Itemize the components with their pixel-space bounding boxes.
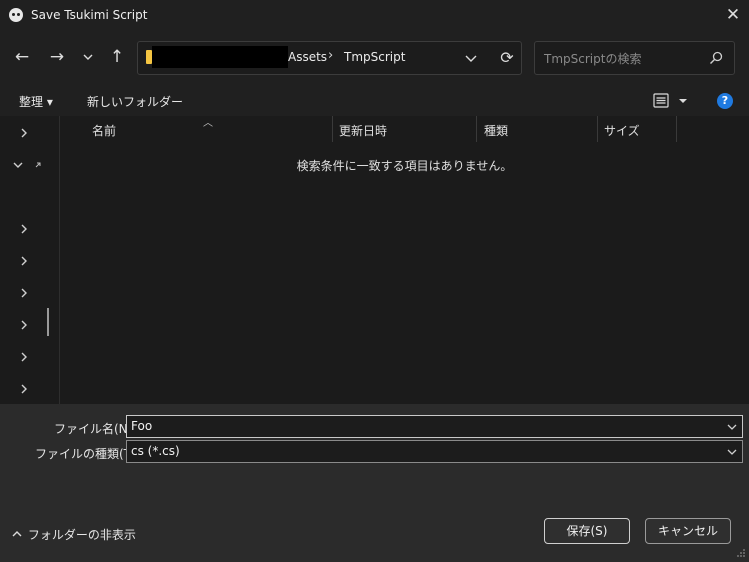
resize-grip-icon[interactable] (736, 548, 746, 558)
filename-value[interactable]: Foo (131, 419, 152, 433)
chevron-down-icon[interactable] (11, 158, 25, 172)
pin-icon (35, 162, 41, 168)
address-dropdown-icon[interactable] (463, 49, 479, 67)
help-icon[interactable]: ? (717, 93, 733, 109)
filename-label: ファイル名(N): (54, 422, 137, 436)
column-divider[interactable] (332, 116, 333, 142)
search-placeholder: TmpScriptの検索 (544, 52, 642, 66)
file-list-pane[interactable]: ︿ 名前 更新日時 種類 サイズ 検索条件に一致する項目はありません。 (60, 116, 749, 404)
chevron-right-icon[interactable] (17, 254, 31, 268)
close-icon[interactable]: ✕ (722, 4, 744, 26)
arrow-up-icon[interactable]: ↑ (106, 45, 128, 69)
column-header-name[interactable]: 名前 (92, 122, 116, 139)
nav-scrollbar[interactable] (47, 308, 49, 336)
cancel-button[interactable]: キャンセル (645, 518, 731, 544)
title-bar: Save Tsukimi Script ✕ (0, 0, 749, 32)
chevron-right-icon[interactable] (17, 382, 31, 396)
filetype-label: ファイルの種類(T): (35, 447, 140, 461)
arrow-left-icon[interactable]: ← (11, 45, 33, 69)
chevron-right-icon[interactable] (17, 350, 31, 364)
address-bar[interactable]: Assets › TmpScript ⟳ (137, 41, 522, 75)
filetype-select[interactable]: cs (*.cs) (126, 440, 743, 463)
column-divider[interactable] (597, 116, 598, 142)
redacted-path (152, 46, 288, 68)
empty-message: 検索条件に一致する項目はありません。 (296, 159, 513, 173)
column-header-modified[interactable]: 更新日時 (339, 122, 387, 139)
chevron-down-icon[interactable] (726, 446, 738, 458)
search-icon[interactable] (708, 50, 724, 66)
hide-folders-toggle[interactable]: フォルダーの非表示 (10, 526, 136, 543)
filename-field[interactable]: Foo (126, 415, 743, 438)
navigation-bar: ← → ↑ Assets › TmpScript ⟳ TmpScriptの検索 (0, 32, 749, 84)
app-icon (9, 8, 23, 22)
chevron-right-icon[interactable] (17, 126, 31, 140)
window-title: Save Tsukimi Script (31, 8, 148, 22)
chevron-right-icon[interactable] (17, 222, 31, 236)
sort-ascending-icon: ︿ (203, 118, 213, 129)
breadcrumb-tmpscript[interactable]: TmpScript (344, 50, 405, 64)
save-button[interactable]: 保存(S) (544, 518, 630, 544)
breadcrumb-assets[interactable]: Assets (288, 50, 327, 64)
save-form: ファイル名(N): Foo ファイルの種類(T): cs (*.cs) フォルダ… (0, 404, 749, 562)
organize-menu[interactable]: 整理 ▾ (19, 93, 53, 110)
refresh-icon[interactable]: ⟳ (496, 47, 518, 69)
column-divider[interactable] (476, 116, 477, 142)
new-folder-button[interactable]: 新しいフォルダー (87, 93, 183, 110)
column-divider[interactable] (676, 116, 677, 142)
filetype-value: cs (*.cs) (131, 444, 180, 458)
chevron-down-icon[interactable] (77, 45, 99, 69)
chevron-up-icon (12, 531, 22, 537)
chevron-right-icon[interactable] (17, 286, 31, 300)
chevron-right-icon[interactable] (17, 318, 31, 332)
column-header-size[interactable]: サイズ (604, 122, 640, 139)
view-options-icon[interactable] (653, 91, 691, 111)
command-bar: 整理 ▾ 新しいフォルダー ? (0, 84, 749, 118)
column-header-type[interactable]: 種類 (484, 122, 508, 139)
navigation-pane[interactable] (0, 116, 60, 404)
breadcrumb-separator-icon: › (328, 48, 334, 63)
search-box[interactable]: TmpScriptの検索 (534, 41, 735, 75)
arrow-right-icon[interactable]: → (46, 45, 68, 69)
hide-folders-label: フォルダーの非表示 (27, 528, 136, 542)
chevron-down-icon[interactable] (726, 421, 738, 433)
